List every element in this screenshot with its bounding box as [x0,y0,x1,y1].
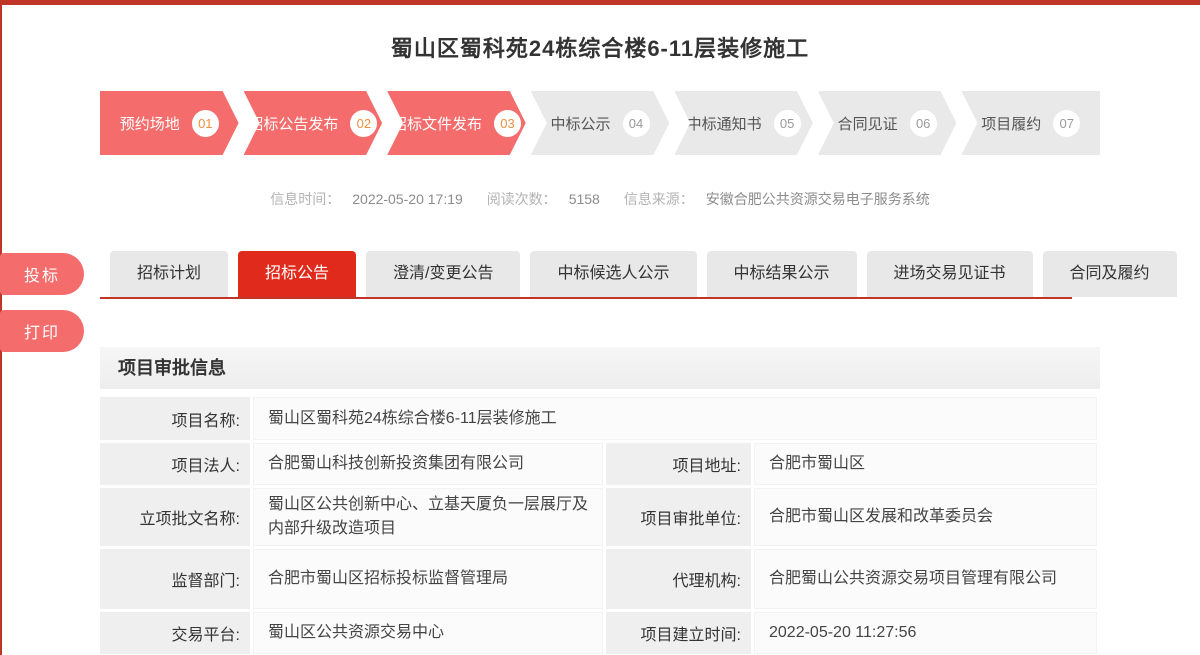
tab-result-publicity[interactable]: 中标结果公示 [707,251,857,297]
table-label-project-name: 项目名称: [100,397,250,440]
info-source: 信息来源： 安徽合肥公共资源交易电子服务系统 [624,191,930,207]
table-label-approval-unit: 项目审批单位: [606,488,751,546]
info-source-value: 安徽合肥公共资源交易电子服务系统 [706,191,930,207]
info-source-label: 信息来源： [624,191,694,207]
step-label: 预约场地 [120,113,180,134]
table-value-trading-platform: 蜀山区公共资源交易中心 [253,612,603,654]
tab-candidate-publicity[interactable]: 中标候选人公示 [530,251,696,297]
step-number-badge: 07 [1053,110,1080,137]
table-value-approval-doc-name: 蜀山区公共创新中心、立基天厦负一层展厅及内部升级改造项目 [253,488,603,546]
top-red-bar [0,0,1200,5]
step-number-badge: 02 [350,110,377,137]
info-time-value: 2022-05-20 17:19 [352,191,463,207]
table-value-project-address: 合肥市蜀山区 [754,443,1097,485]
step-number-badge: 06 [910,110,937,137]
step-number-badge: 03 [494,110,521,137]
tab-contract-performance[interactable]: 合同及履约 [1043,251,1177,297]
table-label-project-address: 项目地址: [606,443,751,485]
bid-button[interactable]: 投标 [0,253,84,295]
info-read-count: 阅读次数： 5158 [487,191,604,207]
table-value-supervision-dept: 合肥市蜀山区招标投标监督管理局 [253,549,603,609]
info-time: 信息时间： 2022-05-20 17:19 [270,191,466,207]
step-number-badge: 05 [774,110,801,137]
print-button[interactable]: 打印 [0,310,84,352]
step-label: 招标公告发布 [248,113,338,134]
step-contract-witness[interactable]: 合同见证 06 [818,91,957,155]
info-bar: 信息时间： 2022-05-20 17:19 阅读次数： 5158 信息来源： 安徽合… [100,189,1100,209]
step-award-notice[interactable]: 中标通知书 05 [674,91,813,155]
table-label-supervision-dept: 监督部门: [100,549,250,609]
step-label: 中标公示 [551,113,611,134]
main-container: 蜀山区蜀科苑24栋综合楼6-11层装修施工 预约场地 01 招标公告发布 02 … [100,31,1100,654]
info-read-count-label: 阅读次数： [487,191,557,207]
tab-tender-announcement[interactable]: 招标公告 [238,251,356,297]
step-reserve-venue[interactable]: 预约场地 01 [100,91,239,155]
project-approval-table: 项目名称: 蜀山区蜀科苑24栋综合楼6-11层装修施工 项目法人: 合肥蜀山科技… [100,397,1100,654]
step-label: 项目履约 [981,113,1041,134]
step-label: 中标通知书 [687,113,762,134]
table-value-project-name: 蜀山区蜀科苑24栋综合楼6-11层装修施工 [253,397,1097,440]
step-number-badge: 01 [192,110,219,137]
info-time-label: 信息时间： [270,191,340,207]
info-read-count-value: 5158 [569,191,600,207]
table-label-agency: 代理机构: [606,549,751,609]
tab-clarification-change[interactable]: 澄清/变更公告 [366,251,520,297]
table-value-project-create-time: 2022-05-20 11:27:56 [754,612,1097,654]
step-tender-announcement[interactable]: 招标公告发布 02 [244,91,383,155]
process-stepper: 预约场地 01 招标公告发布 02 招标文件发布 03 中标公示 04 中标通知… [100,91,1100,155]
table-value-legal-person: 合肥蜀山科技创新投资集团有限公司 [253,443,603,485]
tabs-underline: 招标计划 招标公告 澄清/变更公告 中标候选人公示 中标结果公示 进场交易见证书… [100,251,1072,299]
table-value-approval-unit: 合肥市蜀山区发展和改革委员会 [754,488,1097,546]
tab-tender-plan[interactable]: 招标计划 [110,251,228,297]
step-label: 招标文件发布 [392,113,482,134]
page-title: 蜀山区蜀科苑24栋综合楼6-11层装修施工 [100,31,1100,63]
tab-bar: 招标计划 招标公告 澄清/变更公告 中标候选人公示 中标结果公示 进场交易见证书… [100,251,1072,297]
table-label-trading-platform: 交易平台: [100,612,250,654]
table-label-legal-person: 项目法人: [100,443,250,485]
step-winner-publicity[interactable]: 中标公示 04 [531,91,670,155]
step-tender-documents[interactable]: 招标文件发布 03 [387,91,526,155]
table-label-project-create-time: 项目建立时间: [606,612,751,654]
tab-entry-certificate[interactable]: 进场交易见证书 [867,251,1033,297]
step-label: 合同见证 [838,113,898,134]
section-title-project-approval: 项目审批信息 [100,347,1100,389]
table-value-agency: 合肥蜀山公共资源交易项目管理有限公司 [754,549,1097,609]
step-project-performance[interactable]: 项目履约 07 [961,91,1100,155]
table-label-approval-doc-name: 立项批文名称: [100,488,250,546]
step-number-badge: 04 [623,110,650,137]
